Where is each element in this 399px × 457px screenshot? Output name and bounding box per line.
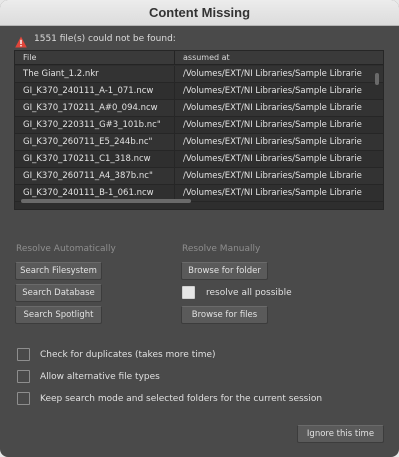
- column-header-assumed-at[interactable]: assumed at: [175, 51, 375, 65]
- resolve-all-possible-label: resolve all possible: [206, 288, 292, 298]
- warning-row: 1551 file(s) could not be found:: [15, 32, 176, 48]
- horizontal-scrollbar[interactable]: [21, 199, 191, 203]
- assumed-path-cell: /Volumes/EXT/NI Libraries/Sample Librari…: [183, 69, 362, 79]
- browse-for-folder-button[interactable]: Browse for folder: [181, 262, 268, 280]
- allow-alternative-types-label: Allow alternative file types: [40, 372, 160, 382]
- assumed-path-cell: /Volumes/EXT/NI Libraries/Sample Librari…: [183, 120, 362, 130]
- browse-for-files-button[interactable]: Browse for files: [181, 306, 268, 324]
- table-body: The Giant_1.2.nkr /Volumes/EXT/NI Librar…: [15, 66, 383, 202]
- title-bar[interactable]: Content Missing: [0, 0, 399, 26]
- table-row[interactable]: GI_K370_240111_A-1_071.ncw /Volumes/EXT/…: [15, 83, 383, 100]
- file-name-cell: GI_K370_170211_C1_318.ncw: [15, 151, 175, 168]
- file-name-cell: GI_K370_260711_E5_244b.nc": [15, 134, 175, 151]
- assumed-path-cell: /Volumes/EXT/NI Libraries/Sample Librari…: [183, 171, 362, 181]
- assumed-path-cell: /Volumes/EXT/NI Libraries/Sample Librari…: [183, 154, 362, 164]
- check-duplicates-checkbox[interactable]: [17, 348, 30, 361]
- search-filesystem-button[interactable]: Search Filesystem: [15, 262, 102, 280]
- resolve-all-possible-checkbox[interactable]: [182, 286, 195, 299]
- search-database-button[interactable]: Search Database: [15, 284, 102, 302]
- missing-files-table[interactable]: File assumed at The Giant_1.2.nkr /Volum…: [14, 50, 384, 210]
- assumed-path-cell: /Volumes/EXT/NI Libraries/Sample Librari…: [183, 188, 362, 198]
- table-row[interactable]: GI_K370_220311_G#3_101b.nc" /Volumes/EXT…: [15, 117, 383, 134]
- file-name-cell: GI_K370_170211_A#0_094.ncw: [15, 100, 175, 117]
- table-row[interactable]: GI_K370_170211_A#0_094.ncw /Volumes/EXT/…: [15, 100, 383, 117]
- table-row[interactable]: GI_K370_260711_E5_244b.nc" /Volumes/EXT/…: [15, 134, 383, 151]
- table-row[interactable]: GI_K370_260711_A4_387b.nc" /Volumes/EXT/…: [15, 168, 383, 185]
- table-header: File assumed at: [15, 51, 383, 65]
- warning-triangle-icon: [15, 33, 27, 48]
- file-name-cell: GI_K370_260711_A4_387b.nc": [15, 168, 175, 185]
- resolve-manually-heading: Resolve Manually: [182, 244, 261, 254]
- table-row[interactable]: GI_K370_170211_C1_318.ncw /Volumes/EXT/N…: [15, 151, 383, 168]
- content-missing-dialog: Content Missing 1551 file(s) could not b…: [0, 0, 399, 457]
- assumed-path-cell: /Volumes/EXT/NI Libraries/Sample Librari…: [183, 86, 362, 96]
- table-row[interactable]: The Giant_1.2.nkr /Volumes/EXT/NI Librar…: [15, 66, 383, 83]
- assumed-path-cell: /Volumes/EXT/NI Libraries/Sample Librari…: [183, 137, 362, 147]
- vertical-scrollbar[interactable]: [375, 73, 379, 85]
- assumed-path-cell: /Volumes/EXT/NI Libraries/Sample Librari…: [183, 103, 362, 113]
- keep-search-mode-checkbox[interactable]: [17, 392, 30, 405]
- missing-files-message: 1551 file(s) could not be found:: [34, 34, 176, 44]
- search-spotlight-button[interactable]: Search Spotlight: [15, 306, 102, 324]
- file-name-cell: GI_K370_220311_G#3_101b.nc": [15, 117, 175, 134]
- file-name-cell: GI_K370_240111_A-1_071.ncw: [15, 83, 175, 100]
- dialog-title: Content Missing: [148, 5, 251, 20]
- column-header-file[interactable]: File: [15, 51, 175, 65]
- resolve-automatically-heading: Resolve Automatically: [16, 244, 116, 254]
- file-name-cell: The Giant_1.2.nkr: [15, 66, 175, 83]
- keep-search-mode-label: Keep search mode and selected folders fo…: [40, 394, 323, 404]
- ignore-this-time-button[interactable]: Ignore this time: [297, 425, 384, 443]
- check-duplicates-label: Check for duplicates (takes more time): [40, 350, 216, 360]
- allow-alternative-types-checkbox[interactable]: [17, 370, 30, 383]
